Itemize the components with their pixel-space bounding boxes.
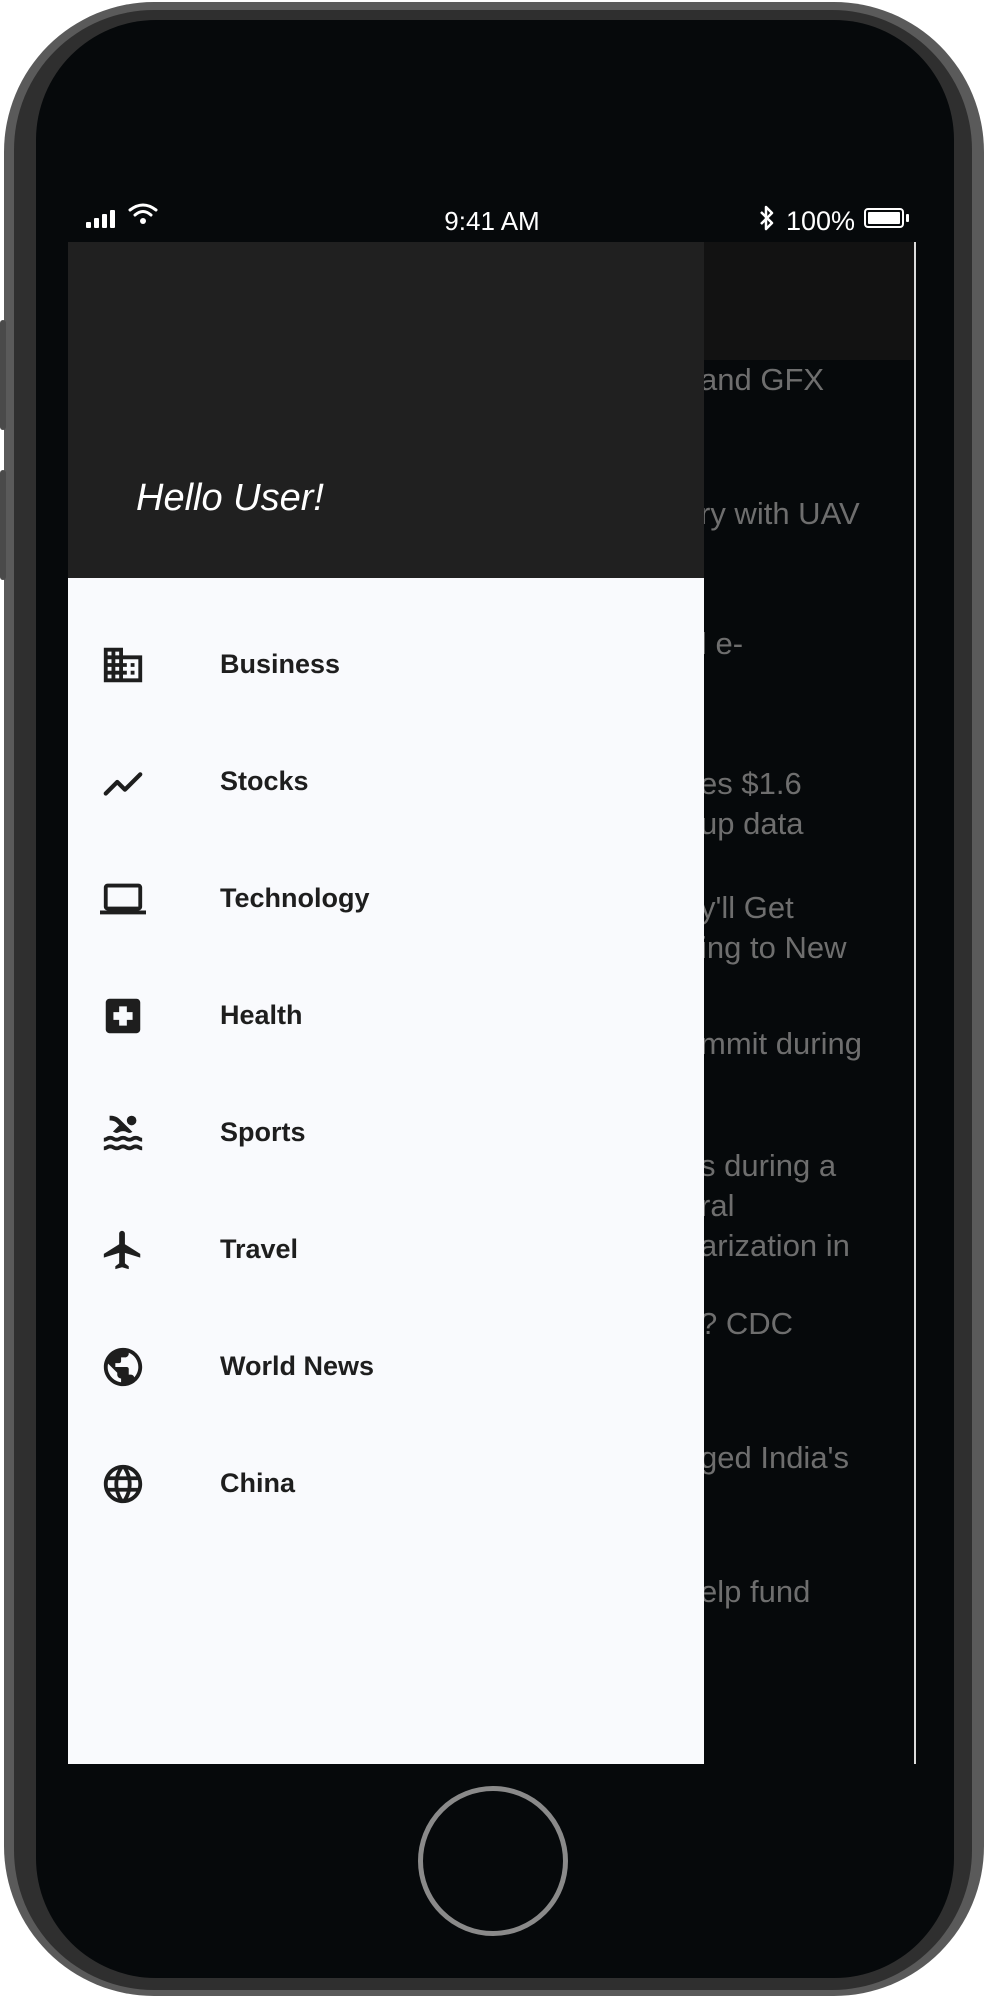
swimming-icon [100,1110,146,1156]
news-headline-line: up data [700,806,804,841]
drawer-header: Hello User! [68,242,704,578]
menu-item-label: World News [220,1351,375,1381]
screen-edge-line [914,242,916,1764]
news-headline-line: l e- [700,626,744,661]
phone-side-button [0,320,6,430]
menu-item-label: Technology [220,883,370,913]
earth-icon [100,1344,146,1390]
drawer-greeting: Hello User! [136,477,324,519]
menu-item-label: China [220,1468,296,1498]
news-headline-line: ? CDC [700,1306,794,1341]
news-headline-line: ry with UAV [700,496,860,531]
news-headline-line: s during a [700,1148,837,1183]
menu-item-travel[interactable]: Travel [68,1191,704,1308]
menu-item-business[interactable]: Business [68,606,704,723]
news-headline-line: elp fund [700,1574,811,1609]
menu-item-label: Health [220,1000,303,1030]
menu-item-label: Stocks [220,766,309,796]
menu-item-label: Travel [220,1234,299,1264]
laptop-icon [100,876,146,922]
menu-item-technology[interactable]: Technology [68,840,704,957]
battery-icon [864,208,904,228]
news-headline-line: ing to New [700,930,847,965]
bluetooth-icon [758,204,776,239]
battery-tip [906,214,909,222]
news-headline-line: ged India's [700,1440,849,1475]
phone-screen: 9:41 AM 100% and GFX ry with UAV l e-es $1… [68,192,916,1764]
menu-item-world-news[interactable]: World News [68,1308,704,1425]
status-bar: 9:41 AM 100% [68,192,916,242]
globe-grid-icon [100,1461,146,1507]
phone-side-button [0,470,6,580]
news-headline-line: arization in [700,1228,850,1263]
battery-percent: 100% [786,206,856,236]
news-headline-line: and GFX [700,362,825,397]
menu-item-label: Business [220,649,341,679]
airplane-icon [100,1227,146,1273]
menu-item-china[interactable]: China [68,1425,704,1542]
business-building-icon [100,642,146,688]
menu-item-stocks[interactable]: Stocks [68,723,704,840]
navigation-drawer: Hello User! Business Stocks Technology H [68,242,704,1764]
menu-item-sports[interactable]: Sports [68,1074,704,1191]
news-headline-line: es $1.6 [700,766,802,801]
news-headline-line: ral [700,1188,735,1223]
trending-line-icon [100,759,146,805]
home-button[interactable] [418,1786,568,1936]
medical-cross-icon [100,993,146,1039]
menu-item-health[interactable]: Health [68,957,704,1074]
news-headline-line: mmit during [700,1026,862,1061]
news-headline-line: y'll Get [700,890,794,925]
menu-item-label: Sports [220,1117,306,1147]
